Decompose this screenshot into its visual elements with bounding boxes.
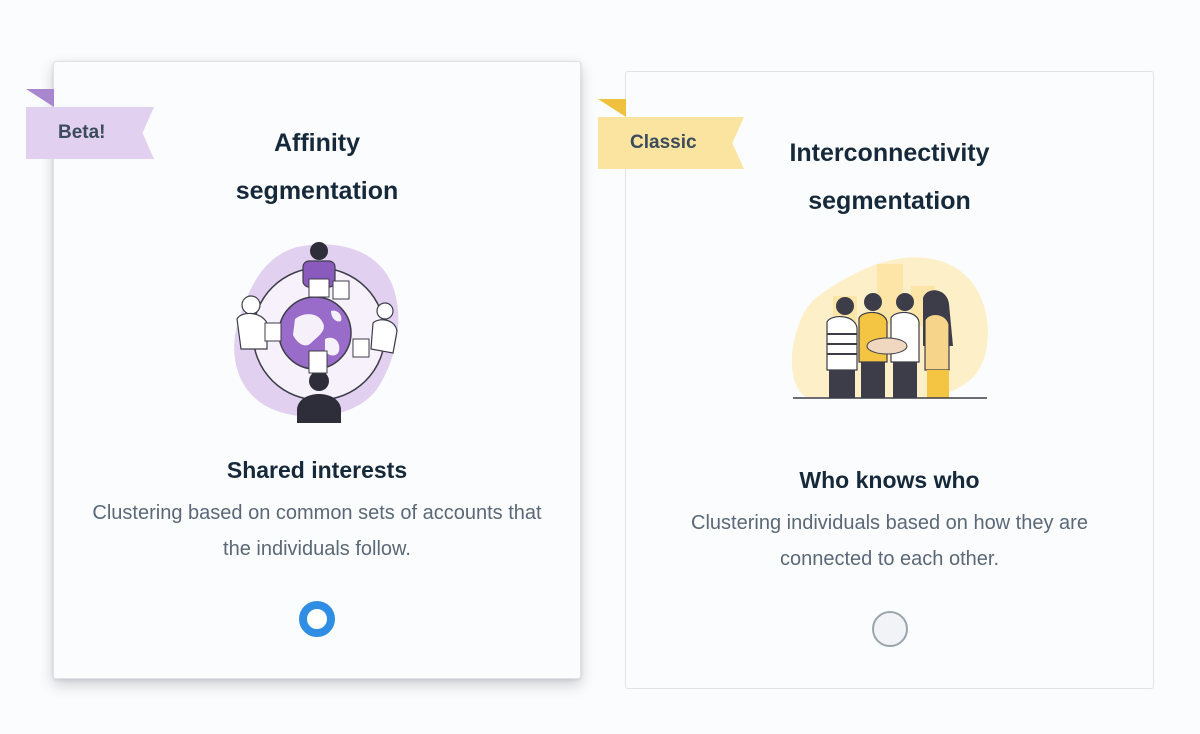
people-around-globe-illustration xyxy=(234,242,399,423)
card-subtitle: Shared interests xyxy=(226,457,408,483)
card-description: Clustering individuals based on how they… xyxy=(691,512,1088,570)
interconnectivity-segmentation-card[interactable]: Classic Interconnectivity segmentation W… xyxy=(598,71,1154,689)
card-title-line1: Interconnectivity xyxy=(789,139,990,167)
interconnectivity-radio-button[interactable] xyxy=(871,611,908,647)
card-description: Clustering based on common sets of accou… xyxy=(92,502,542,560)
card-title: Interconnectivity segmentation xyxy=(626,129,1153,225)
card-title: Affinity segmentation xyxy=(54,119,580,215)
ribbon-fold xyxy=(598,99,626,117)
card-title-line2: segmentation xyxy=(235,177,399,205)
affinity-segmentation-card[interactable]: Beta! Affinity segmentation Shared inter… xyxy=(26,61,581,679)
card-subtitle: Who knows who xyxy=(799,467,980,493)
affinity-radio-button[interactable] xyxy=(299,601,335,637)
team-hands-together-illustration xyxy=(791,257,988,399)
ribbon-fold xyxy=(26,89,54,107)
card-title-line2: segmentation xyxy=(808,187,971,215)
card-title-line1: Affinity xyxy=(273,129,361,157)
